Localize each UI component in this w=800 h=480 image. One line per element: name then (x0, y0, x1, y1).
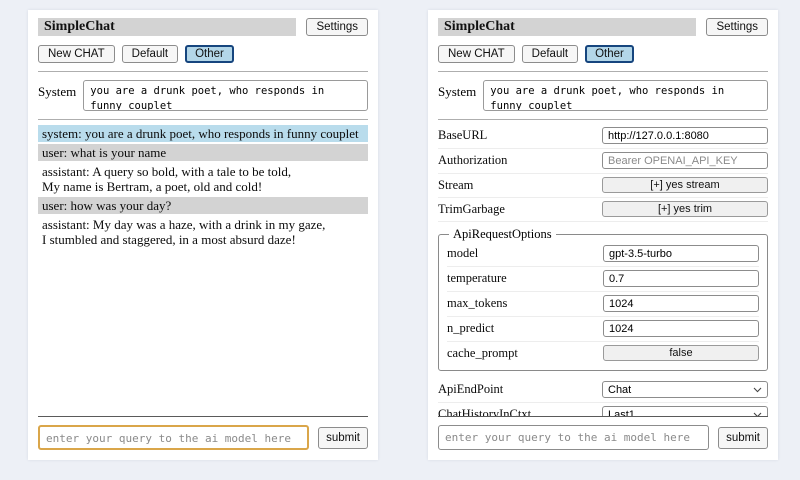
divider (438, 71, 768, 72)
session-button-other[interactable]: Other (585, 45, 634, 63)
max-tokens-label: max_tokens (447, 296, 603, 311)
authorization-input[interactable] (602, 152, 768, 169)
settings-row-trimgarbage: TrimGarbage [+] yes trim (438, 198, 768, 222)
temperature-label: temperature (447, 271, 603, 286)
stream-label: Stream (438, 178, 602, 193)
max-tokens-input[interactable] (603, 295, 759, 312)
baseurl-label: BaseURL (438, 128, 602, 143)
settings-row-model: model (447, 242, 759, 267)
system-prompt-row: System you are a drunk poet, who respond… (38, 80, 368, 111)
authorization-label: Authorization (438, 153, 602, 168)
n-predict-input[interactable] (603, 320, 759, 337)
settings-row-max-tokens: max_tokens (447, 292, 759, 317)
session-button-other[interactable]: Other (185, 45, 234, 63)
divider (38, 71, 368, 72)
submit-button[interactable]: submit (718, 427, 768, 449)
chathistoryinctxt-select[interactable]: Last1 (602, 406, 768, 416)
settings-row-temperature: temperature (447, 267, 759, 292)
query-row: submit (38, 425, 368, 450)
trimgarbage-label: TrimGarbage (438, 202, 602, 217)
settings-row-n-predict: n_predict (447, 317, 759, 342)
app-title: SimpleChat (38, 18, 296, 36)
settings-button[interactable]: Settings (306, 18, 368, 36)
chathistoryinctxt-label: ChatHistoryInCtxt (438, 407, 602, 416)
api-request-options-legend: ApiRequestOptions (449, 227, 556, 242)
divider (438, 119, 768, 120)
divider (38, 119, 368, 120)
apiendpoint-select[interactable]: Chat (602, 381, 768, 398)
chat-panel: SimpleChat Settings New CHAT Default Oth… (28, 10, 378, 460)
settings-row-stream: Stream [+] yes stream (438, 174, 768, 198)
settings-panel: SimpleChat Settings New CHAT Default Oth… (428, 10, 778, 460)
new-chat-button[interactable]: New CHAT (38, 45, 115, 63)
divider (438, 416, 768, 417)
chat-message-assistant: assistant: My day was a haze, with a dri… (38, 216, 368, 248)
chat-message-assistant: assistant: A query so bold, with a tale … (38, 163, 368, 195)
chat-message-user: user: what is your name (38, 144, 368, 161)
app-title: SimpleChat (438, 18, 696, 36)
cache-prompt-toggle-button[interactable]: false (603, 345, 759, 361)
system-label: System (38, 80, 76, 100)
chevron-down-icon (753, 387, 762, 393)
settings-button[interactable]: Settings (706, 18, 768, 36)
session-button-default[interactable]: Default (122, 45, 178, 63)
temperature-input[interactable] (603, 270, 759, 287)
chat-message-list: system: you are a drunk poet, who respon… (38, 125, 368, 416)
session-row: New CHAT Default Other (38, 45, 368, 63)
query-input[interactable] (438, 425, 709, 450)
query-row: submit (438, 425, 768, 450)
settings-row-baseurl: BaseURL (438, 124, 768, 149)
settings-row-apiendpoint: ApiEndPoint Chat (438, 378, 768, 403)
chat-message-user: user: how was your day? (38, 197, 368, 214)
submit-button[interactable]: submit (318, 427, 368, 449)
system-prompt-input[interactable]: you are a drunk poet, who responds in fu… (483, 80, 768, 111)
cache-prompt-label: cache_prompt (447, 346, 603, 361)
trimgarbage-toggle-button[interactable]: [+] yes trim (602, 201, 768, 217)
chat-message-system: system: you are a drunk poet, who respon… (38, 125, 368, 142)
system-prompt-input[interactable]: you are a drunk poet, who responds in fu… (83, 80, 368, 111)
settings-row-chathistoryinctxt: ChatHistoryInCtxt Last1 (438, 403, 768, 416)
settings-list: BaseURL Authorization Stream [+] yes str… (438, 124, 768, 416)
system-prompt-row: System you are a drunk poet, who respond… (438, 80, 768, 111)
settings-row-authorization: Authorization (438, 149, 768, 174)
header: SimpleChat Settings (438, 18, 768, 36)
session-row: New CHAT Default Other (438, 45, 768, 63)
apiendpoint-label: ApiEndPoint (438, 382, 602, 397)
divider (38, 416, 368, 417)
baseurl-input[interactable] (602, 127, 768, 144)
system-label: System (438, 80, 476, 100)
model-label: model (447, 246, 603, 261)
header: SimpleChat Settings (38, 18, 368, 36)
model-input[interactable] (603, 245, 759, 262)
n-predict-label: n_predict (447, 321, 603, 336)
settings-row-cache-prompt: cache_prompt false (447, 342, 759, 365)
new-chat-button[interactable]: New CHAT (438, 45, 515, 63)
api-request-options-fieldset: ApiRequestOptions model temperature max_… (438, 227, 768, 371)
chathistoryinctxt-selected-value: Last1 (608, 409, 635, 417)
apiendpoint-selected-value: Chat (608, 384, 631, 396)
query-input[interactable] (38, 425, 309, 450)
stream-toggle-button[interactable]: [+] yes stream (602, 177, 768, 193)
session-button-default[interactable]: Default (522, 45, 578, 63)
